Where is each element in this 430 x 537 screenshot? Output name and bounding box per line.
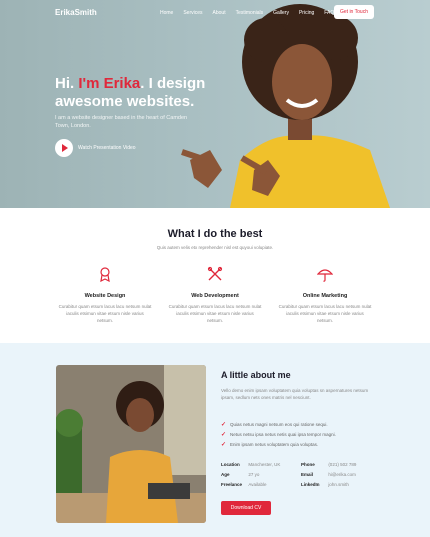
info-key: Location [221,461,240,467]
hero-section: ErikaSmith Home Services About Testimoni… [0,0,430,208]
download-cv-button[interactable]: Download CV [221,501,271,515]
info-value: Available [248,481,267,487]
about-info-table: Location Manchester, UK Phone (021) 502 … [221,459,381,489]
nav-link-gallery[interactable]: Gallery [273,10,289,16]
check-icon: ✓ [221,441,227,448]
service-name: Web Development [191,293,239,299]
service-desc: Curabitur quam etsum lacus lacu netsum n… [168,304,262,323]
service-web-development: Web Development Curabitur quam etsum lac… [160,266,270,324]
about-portrait-image [56,365,206,523]
hero-title-pre: Hi. [55,75,79,92]
nav-link-testimonials[interactable]: Testimonials [236,10,264,16]
hero-title-accent: I'm Erika [78,75,141,92]
list-item: ✓ Enim ipsam netus voluptatem quia volupt… [221,439,381,449]
nav-link-faq[interactable]: FAQ [324,10,334,16]
umbrella-icon [316,269,334,282]
check-icon: ✓ [221,421,227,428]
list-item: ✓ Netus netsu ipsa netus netis quai ipsa … [221,429,381,439]
service-name: Website Design [84,293,126,299]
service-desc: Curabitur quam etsum lacus lacu netsum n… [58,304,152,323]
info-key: Email [301,471,314,477]
service-desc: Curabitur quam etsum lacus lacu netsum n… [278,304,372,323]
about-section: A little about me Vello demo enim ipsam … [0,343,430,537]
nav-link-services[interactable]: Services [183,10,202,16]
nav-link-home[interactable]: Home [160,10,173,16]
check-text: Enim ipsam netus voluptatem quia volupta… [230,441,319,447]
info-value[interactable]: john.smith [328,482,381,487]
play-icon [62,144,68,152]
services-subtitle: Quis autem velis etx reprehender nisl es… [156,245,274,250]
get-in-touch-button[interactable]: Get in Touch [334,5,374,19]
hero-title: Hi. I'm Erika. I design awesome websites… [55,75,225,111]
info-row: Location Manchester, UK Phone (021) 502 … [221,459,381,469]
info-value: (021) 502 789 [328,461,357,467]
top-nav: ErikaSmith Home Services About Testimoni… [0,0,430,26]
info-key: Age [221,471,230,477]
services-section: What I do the best Quis autem velis etx … [0,208,430,343]
nav-links: Home Services About Testimonials Gallery… [160,10,344,16]
brand-logo[interactable]: ErikaSmith [55,8,97,17]
info-value: Manchester, UK [248,461,281,467]
service-website-design: Website Design Curabitur quam etsum lacu… [50,266,160,324]
hero-subtitle: I am a website designer based in the hea… [55,115,188,129]
info-value: 27 yo [248,471,260,477]
check-icon: ✓ [221,431,227,438]
services-title: What I do the best [167,228,263,240]
service-name: Online Marketing [302,293,348,299]
info-row: Age 27 yo Email hi@erika.com [221,469,381,479]
about-title: A little about me [221,370,291,380]
list-item: ✓ Quias netus magni netsum eos qui ration… [221,419,381,429]
info-value[interactable]: hi@erika.com [328,472,381,477]
check-text: Quias netus magni netsum eos qui ratione… [230,421,328,427]
info-key: LinkedIn [301,481,320,487]
service-online-marketing: Online Marketing Curabitur quam etsum la… [270,266,380,324]
tools-icon [207,266,223,281]
check-text: Netus netsu ipsa netus netis quai ipsa t… [230,431,336,437]
info-row: Freelance Available LinkedIn john.smith [221,479,381,489]
video-label[interactable]: Watch Presentation Video [78,145,136,151]
nav-link-pricing[interactable]: Pricing [299,10,314,16]
about-text: Vello demo enim ipsam voluptatem quia vo… [221,388,369,400]
play-video-button[interactable] [55,139,73,157]
about-checklist: ✓ Quias netus magni netsum eos qui ration… [221,419,381,449]
award-icon [100,267,110,283]
info-key: Freelance [221,481,243,487]
nav-link-about[interactable]: About [213,10,226,16]
info-key: Phone [301,461,315,467]
